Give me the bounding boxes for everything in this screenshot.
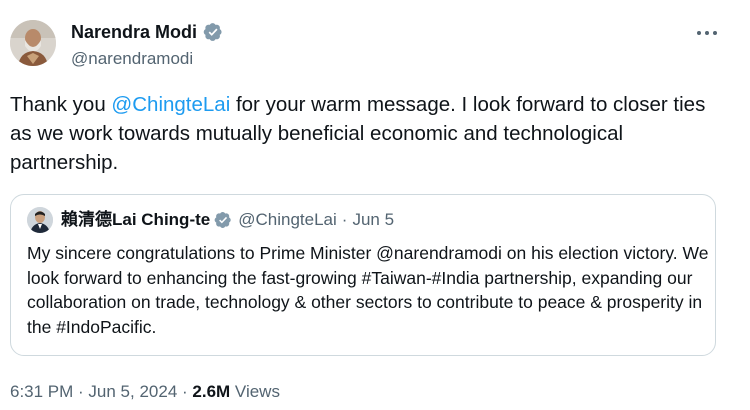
separator-dot: ·	[341, 210, 348, 229]
author-name-row[interactable]: Narendra Modi	[71, 20, 223, 44]
mention-link[interactable]: @ChingteLai	[111, 93, 230, 116]
person-avatar-icon	[10, 20, 56, 66]
verified-badge-icon	[203, 23, 222, 41]
quoted-author-avatar[interactable]	[27, 207, 53, 233]
views-label: Views	[230, 382, 280, 401]
person-avatar-icon	[27, 207, 53, 233]
more-dot	[713, 31, 717, 35]
quoted-author-handle[interactable]: @ChingteLai	[238, 209, 337, 231]
quoted-date[interactable]: Jun 5	[352, 209, 394, 231]
tweet-text: Thank you @ChingteLai for your warm mess…	[10, 90, 730, 177]
more-options-button[interactable]	[688, 18, 726, 48]
tweet-metadata: 6:31 PM · Jun 5, 2024 · 2.6M Views	[10, 381, 280, 403]
tweet-date[interactable]: Jun 5, 2024	[88, 382, 177, 401]
author-name[interactable]: Narendra Modi	[71, 20, 197, 44]
more-options-icon	[697, 31, 701, 35]
author-avatar[interactable]	[10, 20, 56, 66]
quoted-tweet[interactable]: 賴清德Lai Ching-te @ChingteLai · Jun 5 My s…	[10, 194, 716, 356]
separator-dot: ·	[73, 382, 89, 401]
views-count: 2.6M	[192, 382, 231, 401]
tweet-time[interactable]: 6:31 PM	[10, 382, 73, 401]
author-handle[interactable]: @narendramodi	[71, 48, 193, 70]
tweet-text-prefix: Thank you	[10, 93, 112, 116]
more-dot	[705, 31, 709, 35]
quoted-text: My sincere congratulations to Prime Mini…	[27, 243, 709, 337]
verified-badge-icon	[214, 211, 231, 229]
quoted-author-name[interactable]: 賴清德Lai Ching-te	[61, 209, 210, 231]
separator-dot: ·	[177, 382, 193, 401]
quoted-header: 賴清德Lai Ching-te @ChingteLai · Jun 5	[61, 209, 394, 231]
